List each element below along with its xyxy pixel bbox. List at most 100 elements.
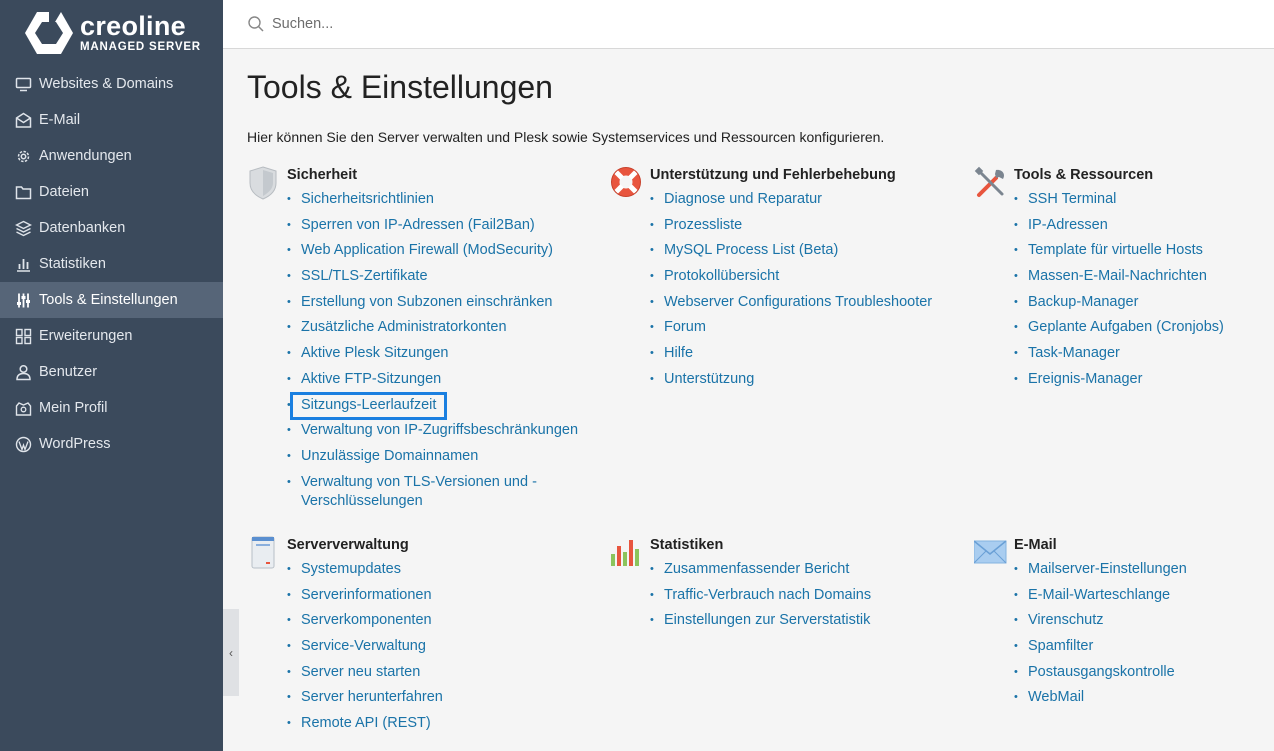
section-links: Mailserver-Einstellungen E-Mail-Wartesch… — [1014, 560, 1187, 714]
section-links: Diagnose und Reparatur Prozessliste MySQ… — [650, 190, 932, 396]
link-spamfilter[interactable]: Spamfilter — [1028, 638, 1093, 654]
brand-logo[interactable]: creoline MANAGED SERVER — [0, 0, 223, 66]
link-plesk-sessions[interactable]: Aktive Plesk Sitzungen — [301, 345, 449, 361]
link-session-idle-time[interactable]: Sitzungs-Leerlaufzeit — [301, 397, 436, 413]
sidebar-item-my-profile[interactable]: Mein Profil — [0, 390, 223, 426]
link-server-information[interactable]: Serverinformationen — [301, 587, 432, 603]
list-item: Backup-Manager — [1014, 293, 1224, 319]
link-service-management[interactable]: Service-Verwaltung — [301, 638, 426, 654]
link-fail2ban[interactable]: Sperren von IP-Adressen (Fail2Ban) — [301, 217, 535, 233]
sidebar-item-tools-settings[interactable]: Tools & Einstellungen — [0, 282, 223, 318]
sidebar-item-websites-domains[interactable]: Websites & Domains — [0, 66, 223, 102]
sliders-icon — [15, 292, 32, 309]
link-ftp-sessions[interactable]: Aktive FTP-Sitzungen — [301, 371, 441, 387]
brand-sub: MANAGED SERVER — [80, 40, 201, 53]
list-item: Ereignis-Manager — [1014, 370, 1224, 396]
link-security-policies[interactable]: Sicherheitsrichtlinien — [301, 191, 434, 207]
link-outgoing-control[interactable]: Postausgangskontrolle — [1028, 664, 1175, 680]
link-diagnose-repair[interactable]: Diagnose und Reparatur — [664, 191, 822, 207]
link-task-manager[interactable]: Task-Manager — [1028, 345, 1120, 361]
list-item: Service-Verwaltung — [287, 637, 443, 663]
link-summary-report[interactable]: Zusammenfassender Bericht — [664, 561, 849, 577]
sidebar-item-files[interactable]: Dateien — [0, 174, 223, 210]
link-antivirus[interactable]: Virenschutz — [1028, 612, 1104, 628]
link-system-updates[interactable]: Systemupdates — [301, 561, 401, 577]
list-item: Template für virtuelle Hosts — [1014, 241, 1224, 267]
sidebar-item-applications[interactable]: Anwendungen — [0, 138, 223, 174]
link-admin-accounts[interactable]: Zusätzliche Administratorkonten — [301, 319, 507, 335]
link-mail-queue[interactable]: E-Mail-Warteschlange — [1028, 587, 1170, 603]
link-vhost-template[interactable]: Template für virtuelle Hosts — [1028, 242, 1203, 258]
link-ssh-terminal[interactable]: SSH Terminal — [1028, 191, 1116, 207]
link-ip-access-restrictions[interactable]: Verwaltung von IP-Zugriffsbeschränkungen — [301, 422, 578, 438]
brand-name: creoline — [80, 10, 186, 41]
link-ssl-tls-certificates[interactable]: SSL/TLS-Zertifikate — [301, 268, 428, 284]
link-backup-manager[interactable]: Backup-Manager — [1028, 294, 1138, 310]
sidebar-item-users[interactable]: Benutzer — [0, 354, 223, 390]
link-forbidden-domain-names[interactable]: Unzulässige Domainnamen — [301, 448, 478, 464]
list-item: Remote API (REST) — [287, 714, 443, 740]
section-links: Sicherheitsrichtlinien Sperren von IP-Ad… — [287, 190, 578, 511]
link-webmail[interactable]: WebMail — [1028, 689, 1084, 705]
link-statistics-settings[interactable]: Einstellungen zur Serverstatistik — [664, 612, 870, 628]
sidebar-item-label: WordPress — [39, 436, 111, 452]
puzzle-icon — [15, 328, 32, 345]
link-event-manager[interactable]: Ereignis-Manager — [1028, 371, 1142, 387]
list-item: Serverinformationen — [287, 586, 443, 612]
link-webserver-troubleshooter[interactable]: Webserver Configurations Troubleshooter — [664, 294, 932, 310]
link-server-restart[interactable]: Server neu starten — [301, 664, 420, 680]
link-remote-api[interactable]: Remote API (REST) — [301, 715, 431, 731]
link-server-components[interactable]: Serverkomponenten — [301, 612, 432, 628]
link-mysql-process-list[interactable]: MySQL Process List (Beta) — [664, 242, 838, 258]
link-help[interactable]: Hilfe — [664, 345, 693, 361]
sidebar-item-label: Mein Profil — [39, 400, 108, 416]
sidebar-item-label: Dateien — [39, 184, 89, 200]
section-links: Systemupdates Serverinformationen Server… — [287, 560, 443, 740]
list-item: Diagnose und Reparatur — [650, 190, 932, 216]
search-bar — [223, 0, 1274, 49]
list-item: Geplante Aufgaben (Cronjobs) — [1014, 318, 1224, 344]
list-item: Serverkomponenten — [287, 611, 443, 637]
list-item: MySQL Process List (Beta) — [650, 241, 932, 267]
link-modsecurity[interactable]: Web Application Firewall (ModSecurity) — [301, 242, 553, 258]
link-log-overview[interactable]: Protokollübersicht — [664, 268, 779, 284]
list-item: Mailserver-Einstellungen — [1014, 560, 1187, 586]
link-mass-email[interactable]: Massen-E-Mail-Nachrichten — [1028, 268, 1207, 284]
list-item: Verwaltung von TLS-Versionen und -Versch… — [287, 473, 578, 511]
list-item: IP-Adressen — [1014, 216, 1224, 242]
link-scheduled-tasks[interactable]: Geplante Aufgaben (Cronjobs) — [1028, 319, 1224, 335]
sidebar-item-databases[interactable]: Datenbanken — [0, 210, 223, 246]
gear-icon — [15, 148, 32, 165]
link-mailserver-settings[interactable]: Mailserver-Einstellungen — [1028, 561, 1187, 577]
list-item: Prozessliste — [650, 216, 932, 242]
link-process-list[interactable]: Prozessliste — [664, 217, 742, 233]
link-ip-addresses[interactable]: IP-Adressen — [1028, 217, 1108, 233]
sidebar-item-label: Datenbanken — [39, 220, 126, 236]
link-server-shutdown[interactable]: Server herunterfahren — [301, 689, 443, 705]
link-subzones[interactable]: Erstellung von Subzonen einschränken — [301, 294, 553, 310]
list-item: Traffic-Verbrauch nach Domains — [650, 586, 871, 612]
search-input[interactable] — [272, 16, 772, 32]
link-tls-versions[interactable]: Verwaltung von TLS-Versionen und -Versch… — [301, 473, 561, 511]
tools-icon — [974, 166, 1005, 197]
list-item: Verwaltung von IP-Zugriffsbeschränkungen — [287, 421, 578, 447]
sidebar-item-email[interactable]: E-Mail — [0, 102, 223, 138]
link-support[interactable]: Unterstützung — [664, 371, 754, 387]
list-item: Hilfe — [650, 344, 932, 370]
sidebar-item-wordpress[interactable]: WordPress — [0, 426, 223, 462]
sidebar: creoline MANAGED SERVER Websites & Domai… — [0, 0, 223, 751]
sidebar-item-statistics[interactable]: Statistiken — [0, 246, 223, 282]
user-icon — [15, 364, 32, 381]
list-item: Systemupdates — [287, 560, 443, 586]
section-links: SSH Terminal IP-Adressen Template für vi… — [1014, 190, 1224, 396]
link-forum[interactable]: Forum — [664, 319, 706, 335]
list-item: Unterstützung — [650, 370, 932, 396]
search-icon — [248, 16, 264, 32]
sidebar-item-extensions[interactable]: Erweiterungen — [0, 318, 223, 354]
link-traffic-by-domain[interactable]: Traffic-Verbrauch nach Domains — [664, 587, 871, 603]
chevron-left-icon: ‹ — [229, 645, 233, 660]
list-item: Sicherheitsrichtlinien — [287, 190, 578, 216]
shield-icon — [249, 166, 277, 200]
sidebar-collapse-button[interactable]: ‹ — [223, 609, 239, 696]
lifebuoy-icon — [611, 167, 641, 197]
